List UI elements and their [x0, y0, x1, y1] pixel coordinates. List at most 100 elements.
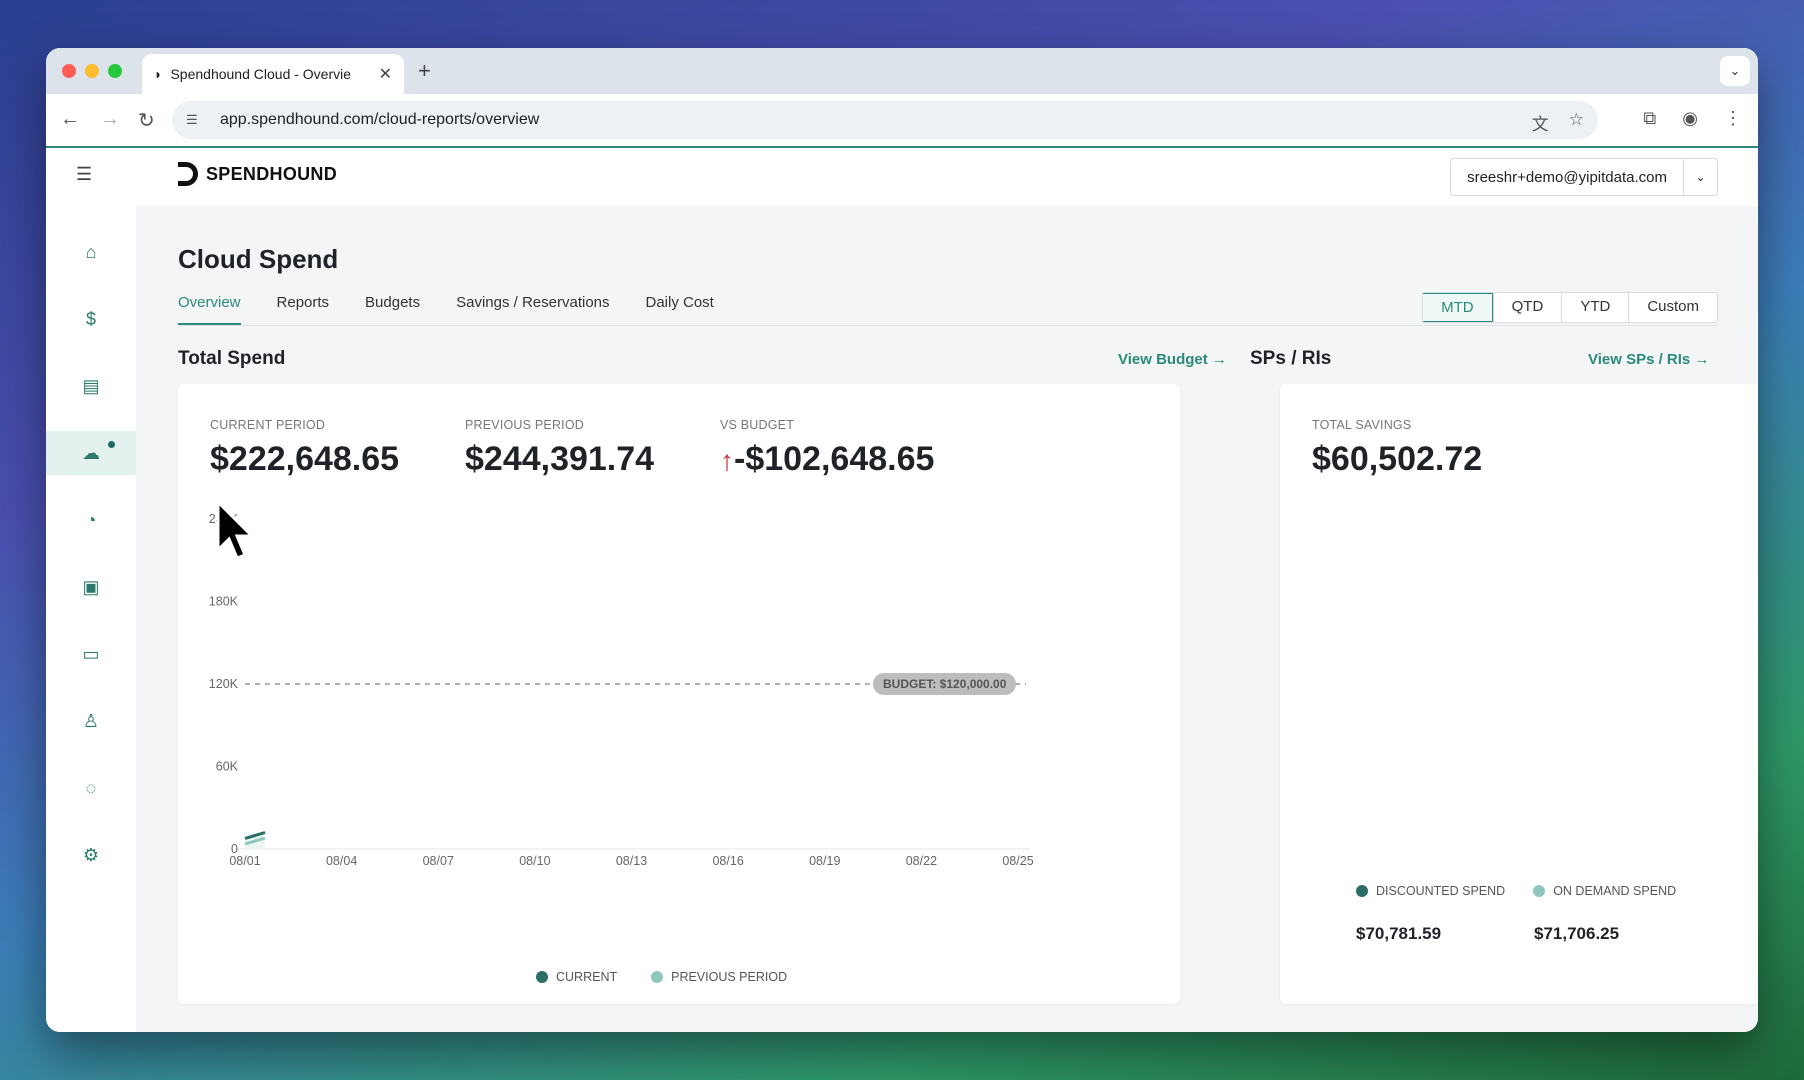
budget-pill: BUDGET: $120,000.00 [873, 673, 1017, 695]
menu-toggle-icon[interactable]: ☰ [76, 164, 92, 185]
folder-icon[interactable]: ▭ [46, 632, 136, 676]
x-tick-label: 08/10 [519, 854, 550, 868]
mouse-pointer-icon [216, 500, 256, 560]
legend-discounted[interactable]: DISCOUNTED SPEND [1356, 884, 1505, 898]
brand-logo[interactable]: SPENDHOUND [178, 162, 337, 186]
home-icon[interactable]: ⌂ [46, 230, 136, 274]
favicon-icon: ◗ [154, 66, 163, 82]
forward-icon[interactable]: → [100, 108, 120, 131]
x-tick-label: 08/19 [809, 854, 840, 868]
cloud-icon[interactable]: ☁ [46, 431, 136, 475]
total-savings-label: TOTAL SAVINGS [1312, 418, 1412, 432]
tab-daily-cost[interactable]: Daily Cost [646, 294, 714, 325]
address-bar[interactable]: ☰ app.spendhound.com/cloud-reports/overv… [172, 101, 1598, 139]
x-tick-label: 08/07 [423, 854, 454, 868]
logo-mark-icon [178, 162, 198, 186]
x-tick-label: 08/01 [229, 854, 260, 868]
total-spend-card: CURRENT PERIOD $222,648.65 PREVIOUS PERI… [178, 384, 1180, 1004]
page-tabs: Overview Reports Budgets Savings / Reser… [178, 294, 714, 325]
discounted-swatch [1356, 885, 1368, 897]
app-topbar: ☰ SPENDHOUND sreeshr+demo@yipitdata.com … [46, 148, 1758, 206]
period-custom-button[interactable]: Custom [1628, 293, 1717, 322]
receipt-icon[interactable]: ▣ [46, 565, 136, 609]
browser-window: ◗ Spendhound Cloud - Overvie ✕ + ⌄ ← → ↻… [46, 48, 1758, 1032]
translate-icon[interactable]: 文 [1532, 110, 1549, 135]
total-savings-value: $60,502.72 [1312, 440, 1483, 478]
legend-discounted-label: DISCOUNTED SPEND [1376, 884, 1506, 898]
x-tick-label: 08/13 [616, 854, 647, 868]
user-icon[interactable]: ♙ [46, 699, 136, 743]
main-content: Cloud Spend Overview Reports Budgets Sav… [136, 206, 1758, 1032]
user-account-dropdown[interactable]: sreeshr+demo@yipitdata.com ⌄ [1450, 158, 1718, 196]
page-title: Cloud Spend [178, 244, 339, 274]
user-email: sreeshr+demo@yipitdata.com [1467, 168, 1667, 186]
browser-tab[interactable]: ◗ Spendhound Cloud - Overvie ✕ [142, 54, 404, 94]
site-info-icon[interactable]: ☰ [186, 112, 208, 128]
tab-title: Spendhound Cloud - Overvie [170, 66, 352, 82]
period-ytd-button[interactable]: YTD [1561, 293, 1628, 322]
x-tick-label: 08/22 [906, 854, 937, 868]
legend-current[interactable]: CURRENT [536, 970, 617, 984]
ondemand-spend-value: $71,706.25 [1534, 924, 1620, 943]
window-controls [62, 64, 122, 78]
url-text: app.spendhound.com/cloud-reports/overvie… [220, 111, 540, 128]
arrow-right-icon: → [1211, 351, 1227, 368]
back-icon[interactable]: ← [60, 108, 80, 131]
tab-strip: ◗ Spendhound Cloud - Overvie ✕ + ⌄ [46, 48, 1758, 94]
ondemand-swatch [1533, 885, 1546, 897]
period-qtd-button[interactable]: QTD [1492, 293, 1562, 322]
profile-icon[interactable]: ◉ [1682, 108, 1698, 129]
period-mtd-button[interactable]: MTD [1423, 293, 1493, 322]
previous-swatch [651, 971, 664, 983]
x-tick-label: 08/25 [1002, 854, 1033, 868]
pie-chart-icon[interactable]: ◔ [46, 498, 136, 542]
tab-reports[interactable]: Reports [277, 294, 330, 325]
view-budget-label: View Budget [1118, 351, 1208, 368]
tab-overview[interactable]: Overview [178, 294, 241, 325]
sidebar: ⌂ $ ▤ ☁ ◔ ▣ ▭ ♙ ◌ ⚙ [46, 206, 136, 1032]
sps-legend: DISCOUNTED SPEND ON DEMAND SPEND [1356, 884, 1676, 898]
tabs-divider [178, 325, 1718, 326]
minimize-window-button[interactable] [85, 64, 99, 78]
new-tab-icon[interactable]: + [418, 58, 431, 84]
chevron-down-icon[interactable]: ⌄ [1683, 159, 1717, 195]
view-sps-ris-label: View SPs / RIs [1588, 351, 1691, 368]
tab-search-icon[interactable]: ⌄ [1720, 56, 1750, 86]
close-window-button[interactable] [62, 64, 76, 78]
reload-icon[interactable]: ↻ [138, 108, 155, 133]
close-tab-icon[interactable]: ✕ [379, 64, 392, 84]
y-tick-label: 60K [216, 760, 239, 774]
legend-previous-label: PREVIOUS PERIOD [671, 970, 788, 984]
brand-name: SPENDHOUND [206, 163, 338, 184]
active-indicator-dot [108, 441, 115, 448]
sps-ris-title: SPs / RIs [1250, 348, 1332, 369]
legend-current-label: CURRENT [556, 970, 618, 984]
arrow-right-icon: → [1694, 351, 1710, 368]
x-tick-label: 08/16 [712, 854, 743, 868]
legend-previous[interactable]: PREVIOUS PERIOD [651, 970, 787, 984]
spend-legend: CURRENT PREVIOUS PERIOD [536, 970, 787, 984]
maximize-window-button[interactable] [108, 64, 122, 78]
tab-budgets[interactable]: Budgets [365, 294, 420, 325]
tab-savings-reservations[interactable]: Savings / Reservations [456, 294, 609, 325]
view-sps-ris-link[interactable]: View SPs / RIs → [1588, 351, 1709, 368]
invoice-icon[interactable]: ▤ [46, 364, 136, 408]
app: ☰ SPENDHOUND sreeshr+demo@yipitdata.com … [46, 148, 1758, 1032]
y-tick-label: 120K [209, 677, 239, 691]
gear-icon[interactable]: ⚙ [46, 833, 136, 877]
sps-ris-card: TOTAL SAVINGS $60,502.72 DISCOUNTED SPEN… [1280, 384, 1758, 1004]
dollar-icon[interactable]: $ [46, 297, 136, 341]
bookmark-star-icon[interactable]: ☆ [1569, 110, 1584, 135]
spend-chart: 060K120K180K240K08/0108/0408/0708/1008/1… [209, 512, 1034, 868]
x-tick-label: 08/04 [326, 854, 357, 868]
more-menu-icon[interactable]: ⋮ [1724, 108, 1742, 129]
extensions-icon[interactable]: ⧉ [1643, 108, 1656, 129]
legend-ondemand[interactable]: ON DEMAND SPEND [1533, 884, 1676, 898]
view-budget-link[interactable]: View Budget → [1118, 351, 1227, 368]
legend-ondemand-label: ON DEMAND SPEND [1553, 884, 1677, 898]
y-tick-label: 180K [209, 595, 239, 609]
total-spend-title: Total Spend [178, 348, 286, 369]
browser-toolbar: ← → ↻ ☰ app.spendhound.com/cloud-reports… [46, 94, 1758, 148]
current-swatch [536, 971, 548, 983]
chat-icon[interactable]: ◌ [46, 766, 136, 810]
